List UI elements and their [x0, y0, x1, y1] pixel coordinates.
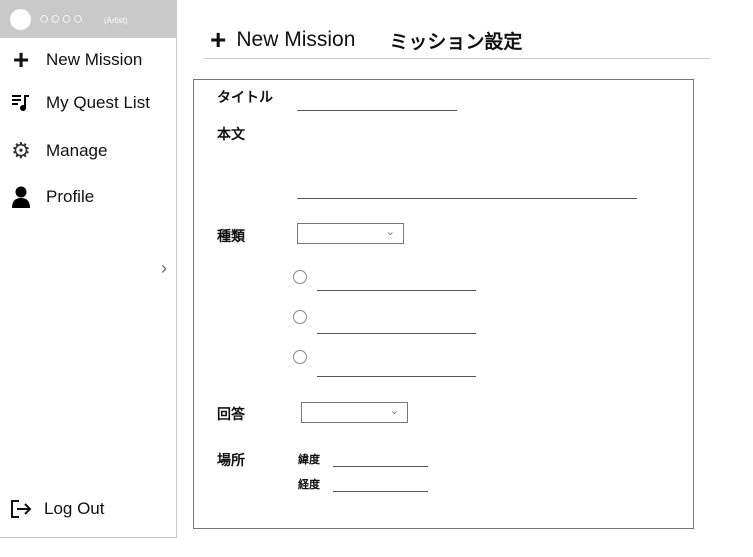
logout-label: Log Out: [44, 499, 105, 518]
latitude-label: 緯度: [298, 454, 320, 466]
chevron-right-icon[interactable]: ›: [161, 258, 167, 279]
chevron-down-icon: ⌄: [385, 226, 395, 238]
playlist-music-icon: [10, 92, 32, 114]
sidebar-item-new-mission[interactable]: + New Mission: [10, 44, 143, 75]
user-name: ○○○○: [39, 9, 85, 28]
page-subtitle: ミッション設定: [389, 31, 523, 53]
title-label: タイトル: [217, 89, 273, 105]
option-input-1[interactable]: [317, 290, 476, 291]
page-title: + New Mission ミッション設定: [210, 26, 522, 54]
sidebar-item-label: New Mission: [46, 50, 143, 69]
gear-manage-icon: ⚙: [11, 138, 31, 163]
type-label: 種類: [217, 228, 245, 244]
plus-icon: +: [12, 44, 30, 75]
plus-icon: +: [210, 24, 227, 55]
option-input-3[interactable]: [317, 376, 476, 377]
chevron-down-icon: ⌄: [389, 405, 399, 417]
option-radio-1[interactable]: [293, 270, 307, 284]
user-role: (Artist): [104, 16, 128, 25]
sidebar-item-profile[interactable]: Profile: [10, 184, 94, 210]
mission-form: [193, 79, 694, 529]
logout-button[interactable]: Log Out: [10, 496, 105, 522]
option-input-2[interactable]: [317, 333, 476, 334]
option-radio-3[interactable]: [293, 350, 307, 364]
logout-icon: [10, 498, 32, 520]
title-input[interactable]: [297, 110, 457, 111]
sidebar-item-my-quest-list[interactable]: My Quest List: [10, 90, 150, 116]
longitude-label: 経度: [298, 479, 320, 491]
sidebar-item-label: Manage: [46, 141, 108, 160]
answer-select[interactable]: ⌄: [301, 402, 408, 423]
answer-label: 回答: [217, 406, 245, 422]
sidebar-item-label: Profile: [46, 187, 95, 206]
person-icon: [10, 186, 32, 208]
longitude-input[interactable]: [333, 491, 428, 492]
sidebar: ○○○○ (Artist) + New Mission My Quest Lis…: [0, 0, 177, 538]
sidebar-item-manage[interactable]: ⚙ Manage: [10, 138, 107, 164]
body-input[interactable]: [297, 198, 637, 199]
latitude-input[interactable]: [333, 466, 428, 467]
page-title-text: New Mission: [236, 28, 356, 51]
sidebar-item-label: My Quest List: [46, 93, 150, 112]
option-radio-2[interactable]: [293, 310, 307, 324]
avatar: [10, 9, 31, 30]
divider: [204, 58, 710, 59]
type-select[interactable]: ⌄: [297, 223, 404, 244]
body-label: 本文: [217, 126, 245, 142]
location-label: 場所: [217, 452, 245, 468]
user-header[interactable]: ○○○○ (Artist): [0, 0, 176, 38]
